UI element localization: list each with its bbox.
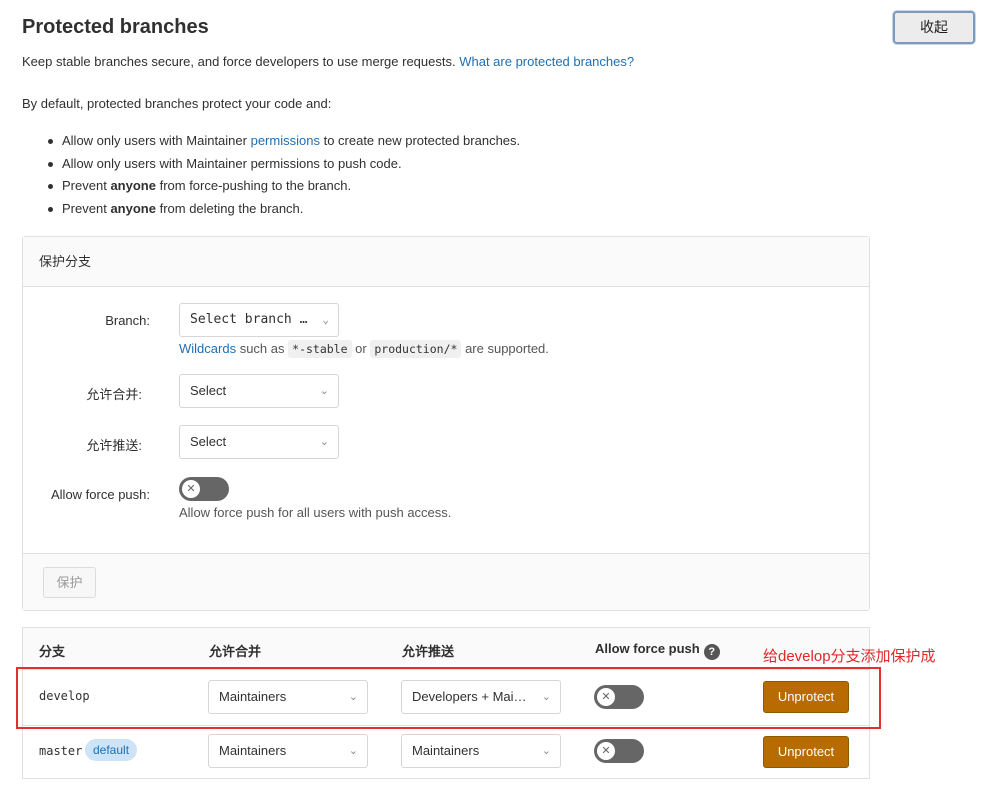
merge-access-select[interactable]: Maintainers ⌄ <box>208 734 368 768</box>
chevron-down-icon: ⌄ <box>319 385 329 397</box>
allowed-to-merge-label: 允许合并: <box>86 387 142 402</box>
intro-text: Keep stable branches secure, and force d… <box>22 54 634 69</box>
close-icon: ✕ <box>597 742 615 760</box>
push-select-value: Select <box>190 434 227 449</box>
merge-select-value: Select <box>190 383 227 398</box>
chevron-down-icon: ⌄ <box>541 745 551 757</box>
push-access-value: Maintainers <box>412 743 480 758</box>
intro-description: Keep stable branches secure, and force d… <box>22 54 456 69</box>
push-access-select[interactable]: Maintainers ⌄ <box>401 734 561 768</box>
force-push-hint: Allow force push for all users with push… <box>179 505 452 520</box>
hint-text: such as <box>239 341 285 356</box>
annotation-highlight-box <box>16 667 881 729</box>
table-header: 分支 允许合并 允许推送 Allow force push? <box>23 628 869 670</box>
rule-text: Allow only users with Maintainer <box>62 133 247 148</box>
rule-text: Prevent <box>62 178 107 193</box>
column-header-merge: 允许合并 <box>209 644 262 659</box>
branch-name: master <box>39 744 83 758</box>
rule-item: Allow only users with Maintainer permiss… <box>48 154 520 177</box>
chevron-down-icon: ⌄ <box>348 745 358 757</box>
allowed-to-push-label: 允许推送: <box>86 438 142 453</box>
protect-branch-card: 保护分支 Branch: Select branch … ⌄ Wildcards… <box>22 236 870 611</box>
rule-text: Allow only users with Maintainer permiss… <box>62 155 402 171</box>
hint-text: are supported. <box>465 341 549 356</box>
rule-text: to create new protected branches. <box>323 133 521 148</box>
page-title: Protected branches <box>22 16 209 38</box>
card-footer: 保护 <box>23 553 869 610</box>
permissions-link[interactable]: permissions <box>251 133 320 148</box>
allow-force-push-label: Allow force push: <box>51 487 150 502</box>
column-header-force-push: Allow force push? <box>595 641 720 660</box>
wildcard-example: *-stable <box>288 340 352 358</box>
merge-access-value: Maintainers <box>219 743 287 758</box>
rule-item: Prevent anyone from deleting the branch. <box>48 199 520 222</box>
wildcards-hint: Wildcards such as *-stable or production… <box>179 340 549 358</box>
branch-select-value: Select branch … <box>190 312 308 327</box>
help-icon[interactable]: ? <box>703 644 720 660</box>
rule-text: from deleting the branch. <box>159 200 304 216</box>
force-push-toggle[interactable]: ✕ <box>594 739 644 763</box>
defaults-lead: By default, protected branches protect y… <box>22 96 332 111</box>
wildcard-example: production/* <box>370 340 462 358</box>
branch-label: Branch: <box>105 313 150 328</box>
allow-force-push-toggle[interactable]: ✕ <box>179 477 229 501</box>
rule-text: from force-pushing to the branch. <box>159 178 352 193</box>
rule-text: Prevent <box>62 200 107 216</box>
what-are-protected-branches-link[interactable]: What are protected branches? <box>459 54 634 69</box>
column-header-label: Allow force push <box>595 641 700 656</box>
allowed-to-push-select[interactable]: Select ⌄ <box>179 425 339 459</box>
wildcards-link[interactable]: Wildcards <box>179 341 236 356</box>
column-header-push: 允许推送 <box>402 644 455 659</box>
column-header-branch: 分支 <box>39 644 66 659</box>
card-title: 保护分支 <box>23 237 869 287</box>
rule-item: Prevent anyone from force-pushing to the… <box>48 176 520 199</box>
unprotect-button[interactable]: Unprotect <box>763 736 849 768</box>
rule-emphasis: anyone <box>110 178 156 193</box>
chevron-down-icon: ⌄ <box>322 313 329 326</box>
protect-button[interactable]: 保护 <box>43 567 96 598</box>
default-badge: default <box>85 739 138 761</box>
default-rules-list: Allow only users with Maintainer permiss… <box>48 131 520 221</box>
collapse-button[interactable]: 收起 <box>893 11 975 44</box>
rule-item: Allow only users with Maintainer permiss… <box>48 131 520 154</box>
close-icon: ✕ <box>182 480 200 498</box>
rule-emphasis: anyone <box>110 200 156 216</box>
chevron-down-icon: ⌄ <box>319 436 329 448</box>
annotation-text: 给develop分支添加保护成 <box>763 648 936 665</box>
hint-text: or <box>355 341 367 356</box>
branch-select[interactable]: Select branch … ⌄ <box>179 303 339 337</box>
allowed-to-merge-select[interactable]: Select ⌄ <box>179 374 339 408</box>
